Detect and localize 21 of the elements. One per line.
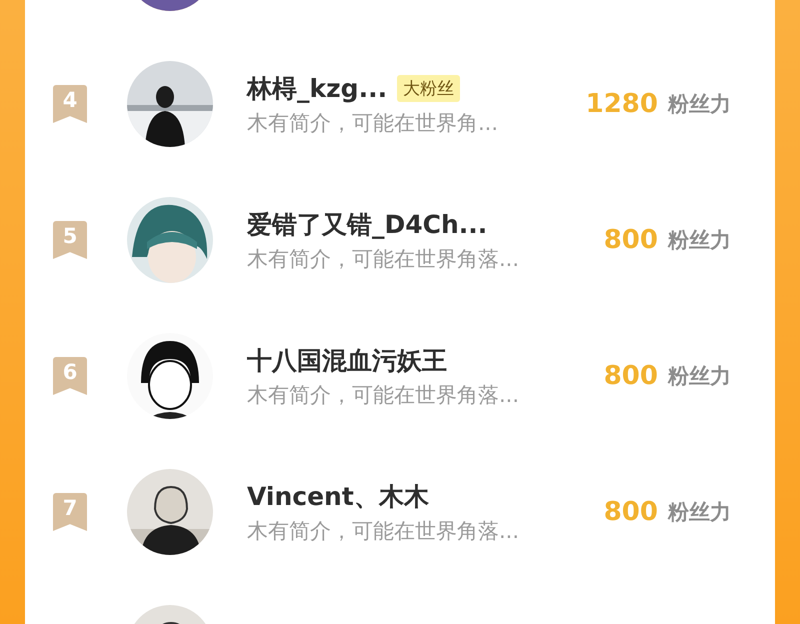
rank-badge: 5 <box>53 221 87 259</box>
user-bio: 木有简介，可能在世界角... <box>247 110 500 136</box>
score-unit: 粉丝力 <box>668 91 731 118</box>
user-bio: 木有简介，可能在世界角落... <box>247 246 520 272</box>
user-name: 林棏_kzg... <box>247 72 388 104</box>
rank-badge: 6 <box>53 357 87 395</box>
rank-badge: 7 <box>53 493 87 531</box>
user-bio: 木有简介，可能在世界角落... <box>247 382 520 408</box>
user-name: Vincent、木木 <box>247 480 429 512</box>
user-name: 十八国混血污妖王 <box>247 344 447 376</box>
user-name: 爱错了又错_D4Ch... <box>247 208 488 240</box>
score-unit: 粉丝力 <box>668 363 731 390</box>
fan-score: 800 <box>604 361 658 391</box>
fan-score: 800 <box>604 497 658 527</box>
user-bio: 木有简介，可能在世界角落... <box>247 518 520 544</box>
score-unit: 粉丝力 <box>668 227 731 254</box>
fan-score: 1280 <box>586 89 658 119</box>
score-unit: 粉丝力 <box>668 499 731 526</box>
fan-level-tag: 大粉丝 <box>397 74 460 102</box>
fan-score: 800 <box>604 225 658 255</box>
rank-badge: 4 <box>53 85 87 123</box>
